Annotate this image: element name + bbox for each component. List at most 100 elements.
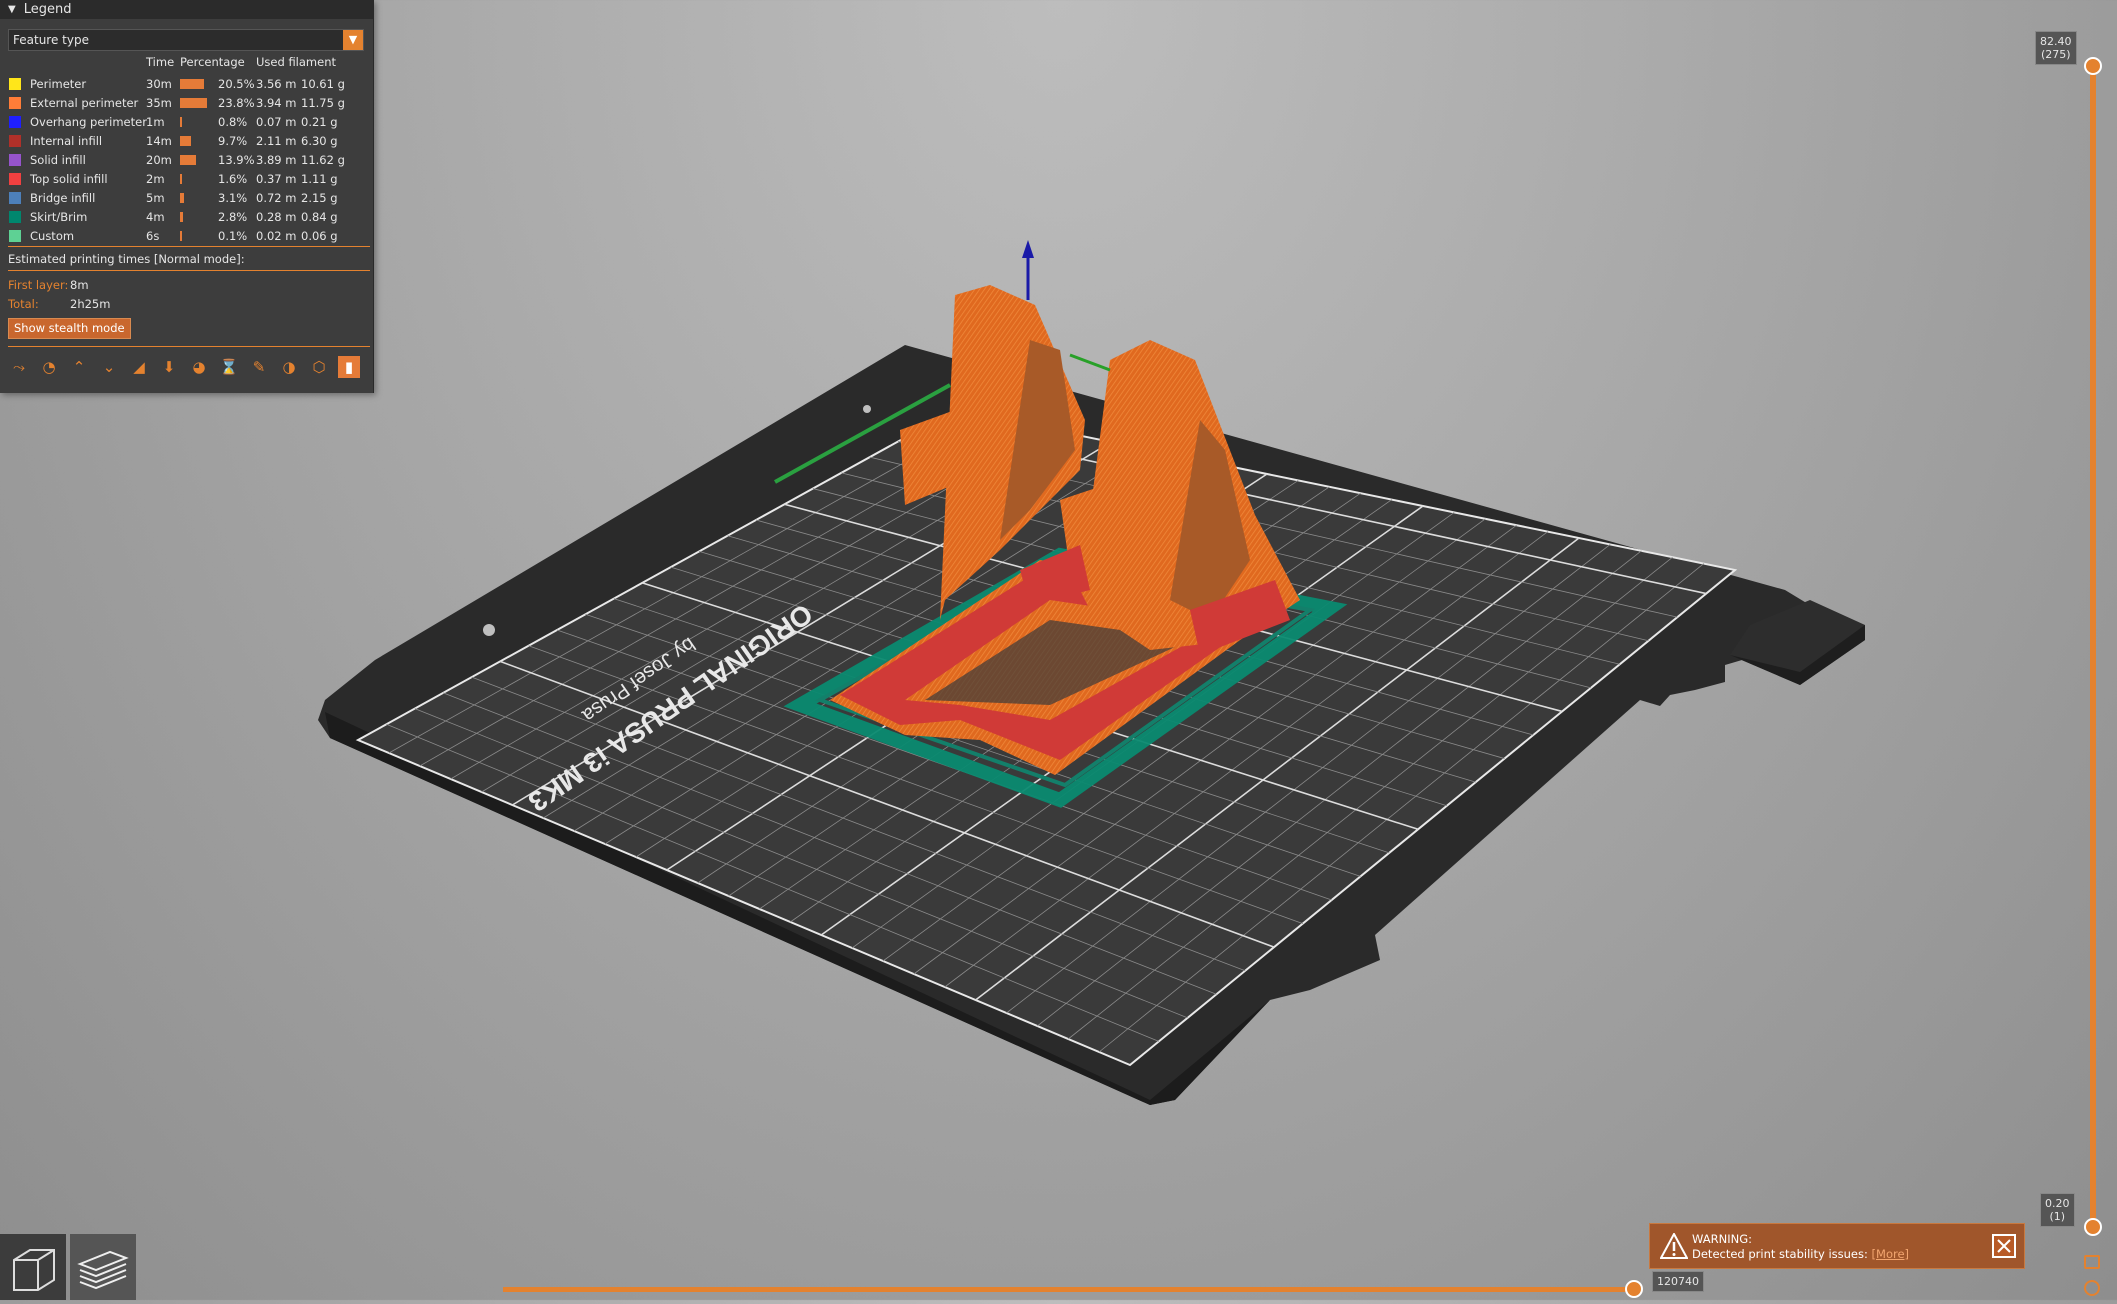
feature-percentage: 13.9% bbox=[218, 153, 255, 167]
feature-percentage: 1.6% bbox=[218, 172, 248, 186]
feature-name: Solid infill bbox=[30, 153, 86, 167]
percentage-bar bbox=[180, 136, 192, 146]
cog-icon[interactable] bbox=[2084, 1280, 2100, 1296]
legend-row[interactable]: Perimeter 30m 20.5% 3.56 m 10.61 g bbox=[0, 75, 373, 94]
feature-time: 14m bbox=[146, 134, 172, 148]
percentage-bar bbox=[180, 117, 182, 127]
percentage-bar bbox=[180, 174, 182, 184]
legend-row[interactable]: Overhang perimeter 1m 0.8% 0.07 m 0.21 g bbox=[0, 113, 373, 132]
color-swatch bbox=[9, 154, 21, 166]
legend-row[interactable]: Internal infill 14m 9.7% 2.11 m 6.30 g bbox=[0, 132, 373, 151]
tool-changes-icon[interactable]: ⬇ bbox=[158, 356, 180, 378]
legend-row[interactable]: Skirt/Brim 4m 2.8% 0.28 m 0.84 g bbox=[0, 208, 373, 227]
slider-top-thumb[interactable] bbox=[2084, 57, 2102, 75]
feature-weight: 0.06 g bbox=[301, 229, 338, 243]
horizontal-slider-thumb[interactable] bbox=[1625, 1280, 1643, 1298]
feature-length: 3.56 m bbox=[256, 77, 297, 91]
percentage-bar bbox=[180, 98, 208, 108]
shells-icon[interactable]: ⬡ bbox=[308, 356, 330, 378]
feature-percentage: 0.8% bbox=[218, 115, 248, 129]
separator bbox=[8, 270, 370, 271]
percentage-bar bbox=[180, 212, 184, 222]
legend-row[interactable]: Bridge infill 5m 3.1% 0.72 m 2.15 g bbox=[0, 189, 373, 208]
feature-weight: 6.30 g bbox=[301, 134, 338, 148]
color-swatch bbox=[9, 192, 21, 204]
feature-weight: 10.61 g bbox=[301, 77, 345, 91]
vertical-layer-slider[interactable] bbox=[2090, 64, 2096, 1226]
feature-percentage: 23.8% bbox=[218, 96, 255, 110]
feature-weight: 0.84 g bbox=[301, 210, 338, 224]
feature-length: 0.07 m bbox=[256, 115, 297, 129]
column-header-time: Time bbox=[146, 55, 175, 69]
legend-header[interactable]: ▼ Legend bbox=[0, 0, 373, 19]
feature-length: 2.11 m bbox=[256, 134, 297, 148]
legend-panel: ▼ Legend Feature type ▼ Time Percentage … bbox=[0, 0, 374, 393]
feature-length: 0.72 m bbox=[256, 191, 297, 205]
feature-length: 0.02 m bbox=[256, 229, 297, 243]
slider-bottom-thumb[interactable] bbox=[2084, 1218, 2102, 1236]
custom-gcode-icon[interactable]: ✎ bbox=[248, 356, 270, 378]
feature-weight: 11.62 g bbox=[301, 153, 345, 167]
seams-icon[interactable]: ◢ bbox=[128, 356, 150, 378]
deretractions-icon[interactable]: ⌄ bbox=[98, 356, 120, 378]
show-stealth-mode-button[interactable]: Show stealth mode bbox=[8, 318, 131, 339]
cube-icon bbox=[13, 1249, 55, 1291]
feature-name: Bridge infill bbox=[30, 191, 96, 205]
feature-time: 30m bbox=[146, 77, 172, 91]
feature-time: 20m bbox=[146, 153, 172, 167]
legend-row[interactable]: External perimeter 35m 23.8% 3.94 m 11.75 g bbox=[0, 94, 373, 113]
cog-icon[interactable]: ◑ bbox=[278, 356, 300, 378]
view-type-select[interactable]: Feature type ▼ bbox=[8, 29, 364, 51]
feature-weight: 1.11 g bbox=[301, 172, 338, 186]
travel-icon[interactable]: ⤳ bbox=[8, 356, 30, 378]
horizontal-slider-value: 120740 bbox=[1652, 1271, 1704, 1292]
feature-length: 0.37 m bbox=[256, 172, 297, 186]
3d-view-button[interactable] bbox=[0, 1234, 66, 1300]
horizontal-move-slider[interactable] bbox=[503, 1287, 1635, 1292]
color-swatch bbox=[9, 116, 21, 128]
feature-name: Top solid infill bbox=[30, 172, 108, 186]
preview-button[interactable] bbox=[70, 1234, 136, 1300]
feature-length: 3.94 m bbox=[256, 96, 297, 110]
feature-length: 3.89 m bbox=[256, 153, 297, 167]
feature-length: 0.28 m bbox=[256, 210, 297, 224]
wipe-icon[interactable]: ◔ bbox=[38, 356, 60, 378]
first-layer-value: 8m bbox=[70, 278, 89, 292]
color-swatch bbox=[9, 173, 21, 185]
view-type-value: Feature type bbox=[13, 33, 89, 47]
feature-time: 2m bbox=[146, 172, 165, 186]
legend-title: Legend bbox=[23, 2, 72, 17]
feature-name: External perimeter bbox=[30, 96, 139, 110]
bottom-layer-number: (1) bbox=[2049, 1210, 2066, 1223]
warning-notification: WARNING: Detected print stability issues… bbox=[1649, 1223, 2025, 1269]
legend-row[interactable]: Solid infill 20m 13.9% 3.89 m 11.62 g bbox=[0, 151, 373, 170]
feature-name: Skirt/Brim bbox=[30, 210, 88, 224]
top-layer-label: 82.40 (275) bbox=[2035, 31, 2077, 65]
legend-row[interactable]: Custom 6s 0.1% 0.02 m 0.06 g bbox=[0, 227, 373, 246]
feature-weight: 2.15 g bbox=[301, 191, 338, 205]
close-icon bbox=[1997, 1239, 2011, 1253]
bottom-layer-label: 0.20 (1) bbox=[2040, 1193, 2075, 1227]
warning-icon bbox=[1660, 1233, 1688, 1259]
color-swatch bbox=[9, 230, 21, 242]
chevron-down-icon[interactable]: ▼ bbox=[343, 30, 363, 50]
tool-marker-icon[interactable]: ▮ bbox=[338, 356, 360, 378]
close-notification-button[interactable] bbox=[1992, 1234, 2016, 1258]
feature-time: 4m bbox=[146, 210, 165, 224]
feature-name: Custom bbox=[30, 229, 75, 243]
collapse-triangle-icon[interactable]: ▼ bbox=[8, 4, 16, 15]
color-changes-icon[interactable]: ◕ bbox=[188, 356, 210, 378]
first-layer-label: First layer: bbox=[8, 278, 69, 292]
lock-icon[interactable] bbox=[2084, 1255, 2100, 1269]
legend-row[interactable]: Top solid infill 2m 1.6% 0.37 m 1.11 g bbox=[0, 170, 373, 189]
retractions-icon[interactable]: ⌃ bbox=[68, 356, 90, 378]
top-layer-number: (275) bbox=[2040, 48, 2071, 61]
feature-time: 6s bbox=[146, 229, 160, 243]
feature-percentage: 2.8% bbox=[218, 210, 248, 224]
warning-more-link[interactable]: [More] bbox=[1872, 1247, 1909, 1261]
bottom-height-value: 0.20 bbox=[2045, 1197, 2070, 1210]
feature-time: 35m bbox=[146, 96, 172, 110]
feature-percentage: 3.1% bbox=[218, 191, 248, 205]
pause-icon[interactable]: ⌛ bbox=[218, 356, 240, 378]
color-swatch bbox=[9, 78, 21, 90]
